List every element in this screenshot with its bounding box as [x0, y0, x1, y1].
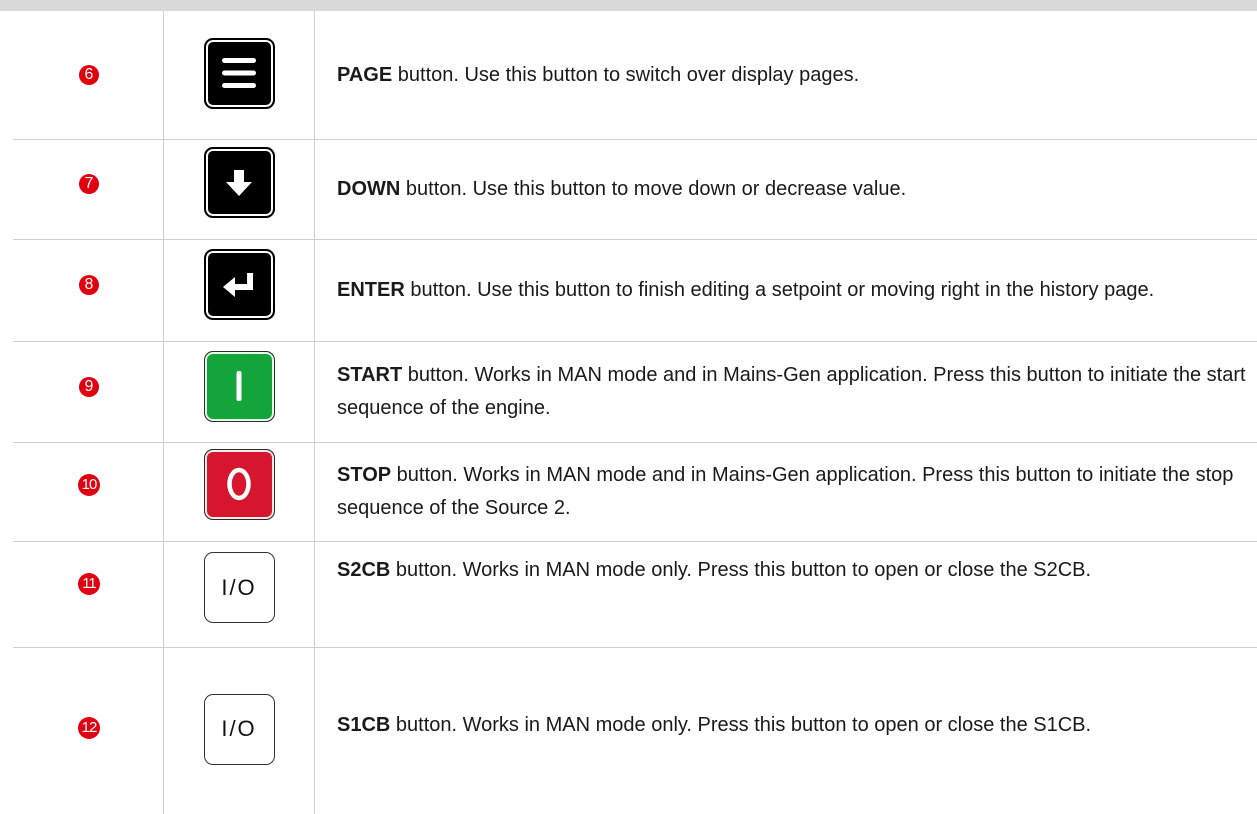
key-cell — [164, 443, 315, 541]
button-reference-page: 6 PAGE button. Use this button to switch… — [0, 0, 1257, 814]
menu-icon — [222, 58, 256, 88]
description-cell: STOP button. Works in MAN mode and in Ma… — [315, 443, 1257, 541]
button-name: START — [337, 364, 403, 386]
breaker-toggle-icon: I/O — [221, 716, 257, 741]
description: PAGE button. Use this button to switch o… — [337, 59, 859, 92]
item-number-badge: 8 — [79, 274, 99, 295]
description-cell: ENTER button. Use this button to finish … — [315, 240, 1257, 341]
number-cell: 12 — [13, 648, 164, 814]
description-text: button. Use this button to switch over d… — [392, 63, 860, 86]
description-text: button. Use this button to move down or … — [400, 178, 907, 200]
button-name: DOWN — [337, 178, 401, 200]
description-cell: PAGE button. Use this button to switch o… — [315, 11, 1257, 139]
number-cell: 7 — [13, 140, 164, 239]
description-cell: DOWN button. Use this button to move dow… — [315, 140, 1257, 239]
description: STOP button. Works in MAN mode and in Ma… — [337, 459, 1247, 525]
breaker-toggle-icon: I/O — [221, 574, 257, 600]
number-cell: 9 — [13, 342, 164, 442]
table-row-enter: 8 ENTER button. Use this button to finis… — [13, 240, 1257, 342]
down-key — [203, 147, 275, 218]
stop-icon — [227, 467, 251, 501]
table-row-stop: 10 STOP button. Works in MAN mode and in… — [13, 443, 1257, 542]
description-cell: START button. Works in MAN mode and in M… — [315, 342, 1257, 442]
button-name: ENTER — [337, 279, 405, 301]
start-key — [203, 350, 275, 422]
description: S1CB button. Works in MAN mode only. Pre… — [337, 709, 1091, 742]
key-cell — [164, 342, 315, 442]
table-row-s1cb: 12 I/O S1CB button. Works in MAN mode on… — [13, 648, 1257, 814]
top-divider — [0, 0, 1257, 11]
number-cell: 10 — [13, 443, 164, 541]
description-text: button. Works in MAN mode only. Press th… — [390, 713, 1092, 736]
s2cb-key: I/O — [203, 552, 275, 623]
description-text: button. Works in MAN mode and in Mains-G… — [337, 464, 1234, 519]
description-text: button. Works in MAN mode only. Press th… — [390, 559, 1092, 581]
item-number-badge: 9 — [79, 377, 99, 397]
number-cell: 11 — [13, 542, 164, 647]
item-number-badge: 10 — [78, 474, 100, 496]
enter-icon — [223, 272, 253, 297]
button-name: STOP — [337, 464, 392, 486]
page-key — [203, 37, 275, 109]
key-cell — [164, 11, 315, 139]
button-name: S1CB — [337, 713, 391, 736]
description-cell: S1CB button. Works in MAN mode only. Pre… — [315, 648, 1257, 814]
s1cb-key: I/O — [203, 693, 275, 765]
key-cell — [164, 240, 315, 341]
table-row-page: 6 PAGE button. Use this button to switch… — [13, 11, 1257, 140]
table-row-down: 7 DOWN button. Use this button to move d… — [13, 140, 1257, 240]
table-row-s2cb: 11 I/O S2CB button. Works in MAN mode on… — [13, 542, 1257, 648]
description: ENTER button. Use this button to finish … — [337, 274, 1154, 307]
key-cell: I/O — [164, 648, 315, 814]
description-cell: S2CB button. Works in MAN mode only. Pre… — [315, 542, 1257, 647]
stop-key — [203, 448, 275, 520]
enter-key — [203, 249, 275, 320]
item-number-badge: 6 — [79, 65, 99, 85]
table-row-start: 9 START button. Works in MAN mode and in… — [13, 342, 1257, 443]
arrow-down-icon — [226, 169, 252, 196]
button-name: PAGE — [337, 63, 393, 86]
item-number-badge: 11 — [78, 572, 100, 595]
start-icon — [236, 371, 242, 401]
key-cell: I/O — [164, 542, 315, 647]
description: S2CB button. Works in MAN mode only. Pre… — [337, 554, 1091, 587]
item-number-badge: 7 — [79, 173, 99, 194]
description: START button. Works in MAN mode and in M… — [337, 359, 1247, 425]
description-text: button. Works in MAN mode and in Mains-G… — [337, 364, 1246, 419]
number-cell: 8 — [13, 240, 164, 341]
description: DOWN button. Use this button to move dow… — [337, 173, 906, 206]
key-cell — [164, 140, 315, 239]
item-number-badge: 12 — [78, 717, 100, 739]
button-name: S2CB — [337, 559, 391, 581]
description-text: button. Use this button to finish editin… — [404, 279, 1155, 301]
number-cell: 6 — [13, 11, 164, 139]
button-table: 6 PAGE button. Use this button to switch… — [13, 11, 1257, 814]
